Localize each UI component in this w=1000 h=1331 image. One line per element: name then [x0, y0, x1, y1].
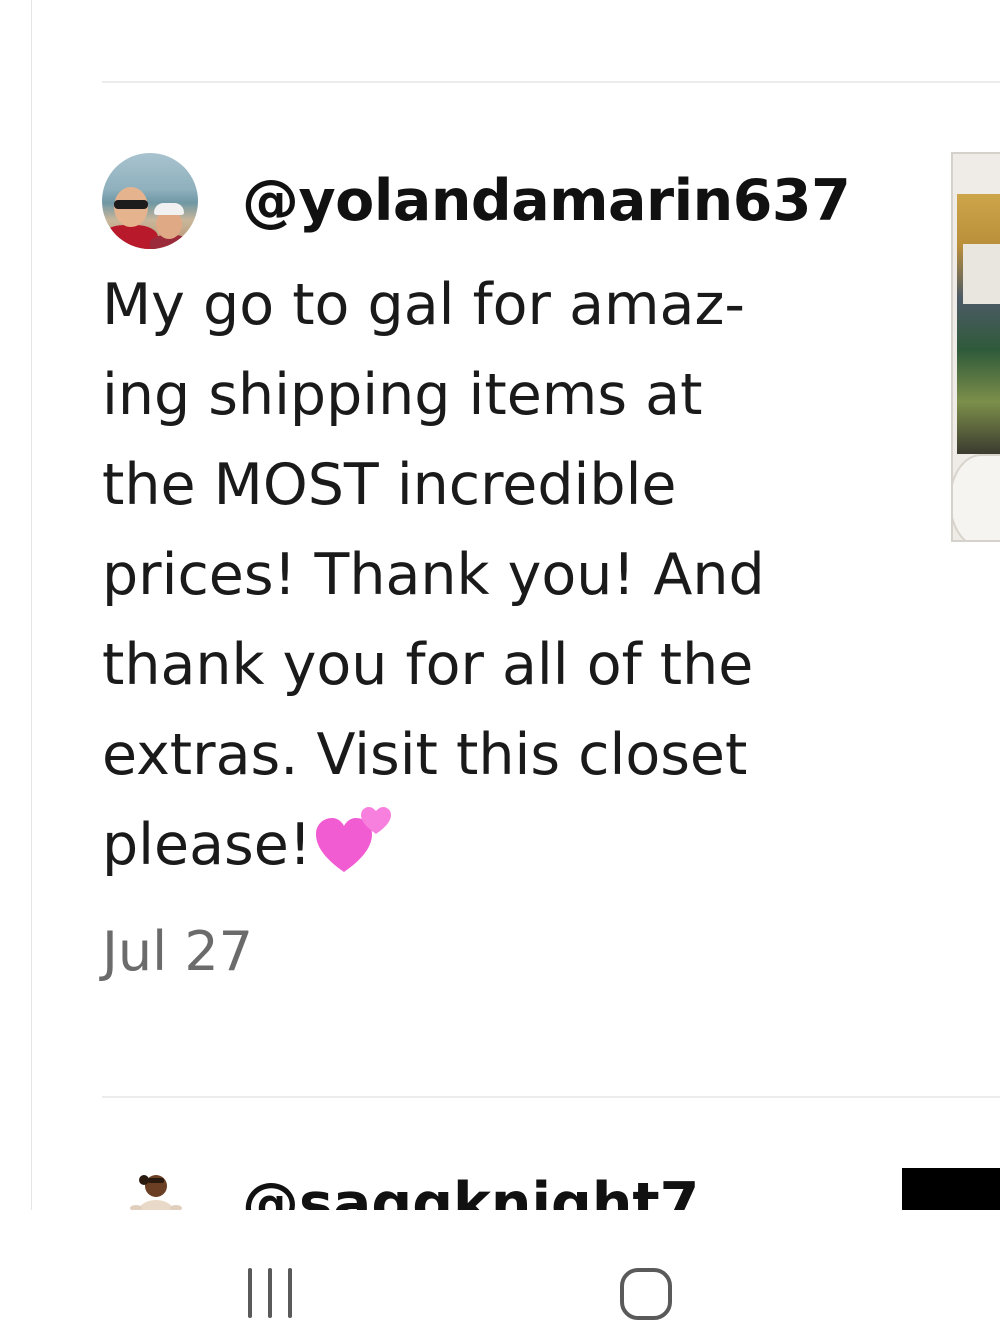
review-text-line: prices! Thank you! And	[102, 542, 765, 608]
reviewer-avatar[interactable]	[102, 153, 198, 249]
review-card: @yolandamarin637 My go to gal for amaz- …	[102, 152, 942, 983]
product-thumbnail[interactable]	[951, 152, 1000, 542]
review-text-line: ing shipping items at	[102, 362, 703, 428]
nav-bar-background	[0, 1210, 1000, 1331]
review-text-line: thank you for all of the	[102, 632, 754, 698]
next-reviewer-username[interactable]: @saggknight7	[242, 1166, 699, 1210]
review-page: @yolandamarin637 My go to gal for amaz- …	[0, 0, 1000, 1331]
two-hearts-icon	[314, 804, 394, 874]
divider-top	[102, 81, 1000, 83]
review-text-line: the MOST incredible	[102, 452, 677, 518]
next-product-thumbnail[interactable]	[902, 1168, 1000, 1210]
review-date: Jul 27	[102, 920, 254, 983]
home-icon[interactable]	[620, 1268, 672, 1320]
review-text-line: My go to gal for amaz-	[102, 272, 745, 338]
review-header: @yolandamarin637	[102, 152, 942, 250]
recents-button[interactable]	[220, 1250, 330, 1330]
review-text-line: please!	[102, 812, 312, 878]
review-text-last-line: please!	[102, 800, 862, 890]
review-text: My go to gal for amaz- ing shipping item…	[102, 260, 862, 890]
recents-icon	[248, 1268, 306, 1320]
left-border	[31, 0, 32, 1210]
next-reviewer-avatar[interactable]	[122, 1168, 188, 1212]
reviewer-username[interactable]: @yolandamarin637	[242, 168, 851, 234]
divider-mid	[102, 1096, 1000, 1098]
review-text-line: extras. Visit this closet	[102, 722, 748, 788]
